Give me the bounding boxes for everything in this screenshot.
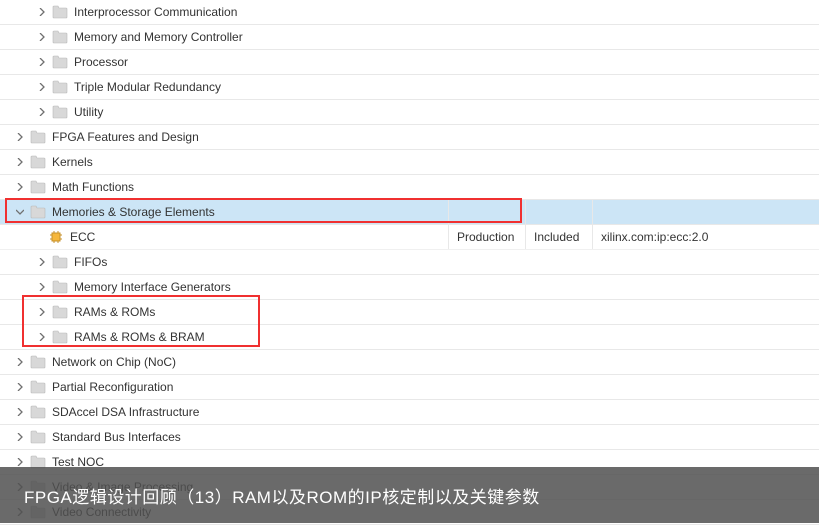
tree-item-label: Memory Interface Generators: [74, 280, 231, 294]
folder-icon: [52, 280, 68, 294]
chevron-right-icon[interactable]: [36, 6, 48, 18]
tree-item[interactable]: FPGA Features and Design: [0, 125, 819, 150]
tree-item[interactable]: Math Functions: [0, 175, 819, 200]
tree-item[interactable]: Processor: [0, 50, 819, 75]
vlnv-cell: xilinx.com:ip:ecc:2.0: [592, 225, 812, 249]
folder-icon: [30, 380, 46, 394]
tree-item-label: RAMs & ROMs & BRAM: [74, 330, 205, 344]
tree-item-label: Interprocessor Communication: [74, 5, 237, 19]
chevron-right-icon[interactable]: [14, 431, 26, 443]
chevron-down-icon[interactable]: [14, 206, 26, 218]
chevron-right-icon[interactable]: [36, 306, 48, 318]
tree-item-label: Partial Reconfiguration: [52, 380, 173, 394]
tree-item[interactable]: Partial Reconfiguration: [0, 375, 819, 400]
tree-item-ecc[interactable]: ECC Production Included xilinx.com:ip:ec…: [0, 225, 819, 250]
tree-item-label: Memories & Storage Elements: [52, 205, 215, 219]
tree-item-label: Processor: [74, 55, 128, 69]
tree-item-label: ECC: [70, 230, 95, 244]
chevron-right-icon[interactable]: [14, 406, 26, 418]
detail-columns: [448, 200, 812, 224]
chevron-right-icon[interactable]: [14, 156, 26, 168]
tree-item-label: Standard Bus Interfaces: [52, 430, 181, 444]
tree-item-rams-roms-bram[interactable]: RAMs & ROMs & BRAM: [0, 325, 819, 350]
tree-item[interactable]: Standard Bus Interfaces: [0, 425, 819, 450]
status-cell: Production: [448, 225, 525, 249]
tree-item-label: Utility: [74, 105, 103, 119]
chevron-right-icon[interactable]: [36, 81, 48, 93]
folder-icon: [52, 305, 68, 319]
license-cell: Included: [525, 225, 592, 249]
folder-icon: [30, 155, 46, 169]
ip-catalog-tree: Interprocessor Communication Memory and …: [0, 0, 819, 525]
folder-icon: [30, 130, 46, 144]
chevron-right-icon[interactable]: [36, 256, 48, 268]
tree-item-label: Math Functions: [52, 180, 134, 194]
chevron-right-icon[interactable]: [14, 356, 26, 368]
folder-icon: [30, 205, 46, 219]
folder-icon: [30, 355, 46, 369]
detail-columns: Production Included xilinx.com:ip:ecc:2.…: [448, 225, 812, 249]
chevron-right-icon[interactable]: [14, 381, 26, 393]
tree-item[interactable]: Memory and Memory Controller: [0, 25, 819, 50]
folder-icon: [30, 430, 46, 444]
tree-item-label: FPGA Features and Design: [52, 130, 199, 144]
chevron-right-icon[interactable]: [36, 31, 48, 43]
chevron-right-icon[interactable]: [36, 281, 48, 293]
tree-item[interactable]: SDAccel DSA Infrastructure: [0, 400, 819, 425]
tree-item-label: FIFOs: [74, 255, 107, 269]
folder-icon: [52, 5, 68, 19]
folder-icon: [30, 405, 46, 419]
tree-item-label: Triple Modular Redundancy: [74, 80, 221, 94]
ip-core-icon: [48, 229, 64, 245]
tree-item-memories[interactable]: Memories & Storage Elements: [0, 200, 819, 225]
folder-icon: [52, 80, 68, 94]
tree-item[interactable]: Memory Interface Generators: [0, 275, 819, 300]
folder-icon: [52, 55, 68, 69]
caption-overlay: FPGA逻辑设计回顾（13）RAM以及ROM的IP核定制以及关键参数: [0, 467, 819, 523]
chevron-right-icon[interactable]: [14, 131, 26, 143]
tree-item[interactable]: Network on Chip (NoC): [0, 350, 819, 375]
folder-icon: [52, 105, 68, 119]
tree-item[interactable]: FIFOs: [0, 250, 819, 275]
folder-icon: [52, 255, 68, 269]
tree-item[interactable]: Kernels: [0, 150, 819, 175]
folder-icon: [52, 30, 68, 44]
tree-item-label: Memory and Memory Controller: [74, 30, 243, 44]
chevron-right-icon[interactable]: [36, 331, 48, 343]
folder-icon: [30, 180, 46, 194]
chevron-right-icon[interactable]: [14, 181, 26, 193]
tree-item-rams-roms[interactable]: RAMs & ROMs: [0, 300, 819, 325]
tree-item-label: RAMs & ROMs: [74, 305, 155, 319]
caption-text: FPGA逻辑设计回顾（13）RAM以及ROM的IP核定制以及关键参数: [24, 483, 540, 508]
tree-item-label: Kernels: [52, 155, 93, 169]
tree-item[interactable]: Triple Modular Redundancy: [0, 75, 819, 100]
chevron-right-icon[interactable]: [36, 106, 48, 118]
tree-item-label: Network on Chip (NoC): [52, 355, 176, 369]
tree-item[interactable]: Utility: [0, 100, 819, 125]
chevron-right-icon[interactable]: [36, 56, 48, 68]
tree-item-label: SDAccel DSA Infrastructure: [52, 405, 199, 419]
tree-item[interactable]: Interprocessor Communication: [0, 0, 819, 25]
folder-icon: [52, 330, 68, 344]
